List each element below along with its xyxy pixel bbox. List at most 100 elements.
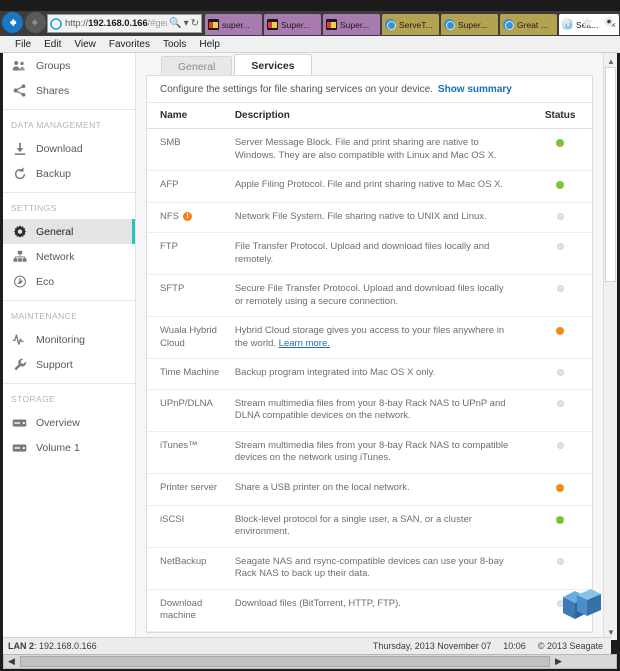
sidebar-item-groups[interactable]: Groups: [3, 53, 135, 78]
service-name: Printer server: [147, 473, 235, 506]
sidebar-item-support[interactable]: Support: [3, 352, 135, 377]
sidebar-item-monitoring[interactable]: Monitoring: [3, 327, 135, 352]
table-row[interactable]: UPnP/DLNA Stream multimedia files from y…: [147, 389, 592, 432]
table-row[interactable]: iTunes™ Stream multimedia files from you…: [147, 431, 592, 474]
status-right: Thursday, 2013 November 07 10:06 © 2013 …: [373, 641, 603, 651]
favorites-star-icon[interactable]: [581, 15, 594, 28]
show-summary-link[interactable]: Show summary: [438, 84, 512, 95]
sidebar-item-network[interactable]: Network: [3, 244, 135, 269]
settings-gear-icon[interactable]: [603, 16, 615, 28]
warning-icon[interactable]: !: [183, 211, 192, 221]
table-row[interactable]: Download machine Download files (BitTorr…: [147, 589, 592, 632]
scroll-up-icon[interactable]: ▲: [604, 55, 617, 67]
services-table: Name Description Status SMB Server Messa…: [147, 103, 592, 632]
services-panel: Configure the settings for file sharing …: [146, 75, 593, 633]
menu-item-file[interactable]: File: [15, 39, 31, 50]
scroll-right-icon[interactable]: ▶: [551, 655, 566, 668]
service-name: NetBackup: [147, 547, 235, 590]
sidebar-item-label: Monitoring: [36, 333, 86, 346]
monitoring-icon: [11, 332, 28, 347]
scroll-left-icon[interactable]: ◀: [4, 655, 19, 668]
service-description: Server Message Block. File and print sha…: [234, 128, 529, 172]
status-date: Thursday, 2013 November 07: [372, 641, 492, 651]
table-row[interactable]: FTP File Transfer Protocol. Upload and d…: [147, 232, 592, 276]
sidebar-item-download[interactable]: Download: [3, 136, 135, 161]
learn-more-link[interactable]: Learn more.: [279, 338, 330, 349]
table-row[interactable]: NFS! Network File System. File sharing n…: [147, 202, 592, 234]
menu-item-favorites[interactable]: Favorites: [109, 39, 150, 50]
service-description: Apple Filing Protocol. File and print sh…: [234, 170, 529, 203]
browser-tab[interactable]: super...: [205, 14, 262, 35]
sidebar-item-shares[interactable]: Shares: [3, 78, 135, 103]
table-row[interactable]: Wuala Hybrid Cloud Hybrid Cloud storage …: [147, 316, 592, 360]
browser-tab[interactable]: ServeT...: [382, 14, 439, 35]
sidebar-item-overview[interactable]: Overview: [3, 410, 135, 435]
service-description: Seagate NAS and rsync-compatible devices…: [234, 547, 529, 590]
horizontal-scrollbar[interactable]: ◀ ▶: [3, 654, 617, 669]
status-dot-orange: [556, 327, 565, 336]
sidebar-item-eco[interactable]: Eco: [3, 269, 135, 294]
scrollbar-thumb[interactable]: [605, 67, 616, 282]
search-icon[interactable]: 🔍: [169, 18, 181, 29]
table-row[interactable]: NetBackup Seagate NAS and rsync-compatib…: [147, 547, 592, 590]
menu-item-help[interactable]: Help: [199, 39, 220, 50]
status-dot-grey: [556, 399, 564, 407]
menu-item-tools[interactable]: Tools: [163, 39, 186, 50]
service-status: [528, 473, 592, 506]
status-dot-grey: [556, 285, 564, 293]
table-row[interactable]: SMB Server Message Block. File and print…: [147, 128, 592, 172]
share-icon: [11, 83, 28, 98]
sidebar-item-volume-1[interactable]: Volume 1: [3, 435, 135, 460]
page-scrollbar[interactable]: ▲ ▼: [603, 53, 617, 640]
status-lan: LAN 2: 192.168.0.166: [8, 641, 97, 651]
column-header-description: Description: [234, 103, 529, 129]
navigation-buttons: [2, 12, 46, 33]
browser-tab[interactable]: Super...: [264, 14, 321, 35]
status-dot-grey: [556, 557, 564, 565]
service-name-text: NFS: [160, 210, 179, 222]
browser-tab[interactable]: Super...: [441, 14, 498, 35]
table-row[interactable]: SFTP Secure File Transfer Protocol. Uplo…: [147, 274, 592, 318]
address-bar[interactable]: http://192.168.0.166/#general 🔍 ▾ ↻: [47, 14, 202, 33]
tab-label: General: [178, 60, 216, 73]
eco-icon: [11, 274, 28, 289]
status-lan-label: LAN 2: [8, 641, 35, 651]
sidebar-item-general[interactable]: General: [3, 219, 135, 244]
service-name: FTP: [147, 232, 235, 276]
tab-general[interactable]: General: [161, 56, 233, 76]
table-row[interactable]: Printer server Share a USB printer on th…: [147, 473, 592, 506]
browser-tab-label: super...: [222, 19, 250, 30]
menu-item-edit[interactable]: Edit: [44, 39, 61, 50]
status-dot-grey: [556, 441, 564, 449]
browser-tab-strip: http://192.168.0.166/#general 🔍 ▾ ↻ supe…: [0, 11, 620, 36]
panel-description: Configure the settings for file sharing …: [147, 76, 592, 103]
panel-description-text: Configure the settings for file sharing …: [160, 83, 433, 95]
table-row[interactable]: Time Machine Backup program integrated i…: [147, 358, 592, 390]
refresh-icon[interactable]: ↻: [191, 18, 199, 29]
browser-toolbar-icons: [560, 15, 615, 28]
horizontal-scrollbar-thumb[interactable]: [20, 656, 550, 667]
service-status: [528, 547, 592, 590]
browser-tab[interactable]: Super...: [323, 14, 380, 35]
browser-tab-label: ServeT...: [399, 19, 433, 30]
table-row[interactable]: AFP Apple Filing Protocol. File and prin…: [147, 170, 592, 203]
back-button[interactable]: [2, 12, 23, 33]
chevron-down-icon[interactable]: ▾: [184, 18, 189, 29]
sidebar-item-backup[interactable]: Backup: [3, 161, 135, 186]
menu-item-view[interactable]: View: [74, 39, 96, 50]
service-name: Download machine: [147, 589, 235, 632]
sidebar-item-label: Download: [36, 142, 83, 155]
service-status: [528, 316, 592, 360]
tab-services[interactable]: Services: [234, 54, 312, 76]
status-dot-orange: [556, 483, 565, 492]
home-icon[interactable]: [560, 16, 572, 28]
service-status: [528, 202, 592, 234]
globe-icon: [444, 19, 455, 30]
column-header-status: Status: [528, 103, 592, 129]
status-lan-value: : 192.168.0.166: [34, 641, 97, 651]
table-row[interactable]: iSCSI Block-level protocol for a single …: [147, 505, 592, 548]
browser-tab[interactable]: Great ...: [500, 14, 557, 35]
sidebar-group-storage: STORAGE: [11, 394, 56, 404]
sidebar-group-data-management: DATA MANAGEMENT: [11, 120, 102, 130]
forward-button[interactable]: [25, 12, 46, 33]
